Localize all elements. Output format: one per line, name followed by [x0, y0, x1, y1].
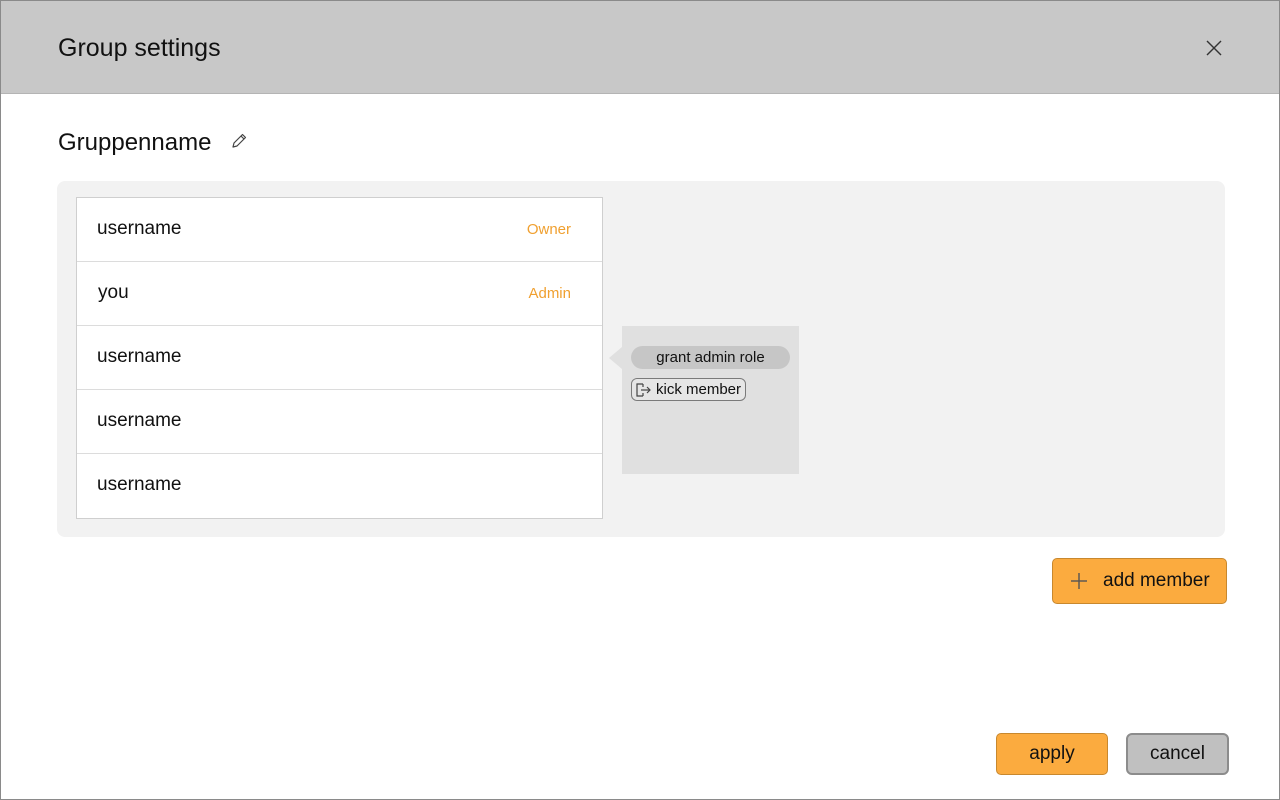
pencil-icon	[232, 133, 247, 148]
dialog-title: Group settings	[58, 34, 221, 62]
exit-icon	[634, 381, 652, 399]
member-context-menu: grant admin role kick member	[609, 326, 799, 474]
member-role-badge: Admin	[528, 285, 571, 302]
plus-icon	[1069, 571, 1089, 591]
member-name: username	[97, 218, 182, 239]
dialog-header: Group settings	[1, 1, 1279, 94]
member-name: username	[97, 474, 182, 495]
member-row[interactable]: username	[77, 390, 602, 454]
member-list: username Owner you Admin username userna…	[76, 197, 603, 519]
member-row[interactable]: you Admin	[77, 262, 602, 326]
cancel-button[interactable]: cancel	[1126, 733, 1229, 775]
member-name: username	[97, 410, 182, 431]
close-icon	[1206, 40, 1222, 56]
member-row[interactable]: username Owner	[77, 198, 602, 262]
kick-member-label: kick member	[656, 381, 742, 398]
member-row[interactable]: username	[77, 326, 602, 390]
add-member-button[interactable]: add member	[1052, 558, 1227, 604]
edit-group-name-button[interactable]	[228, 130, 250, 152]
kick-member-button[interactable]: kick member	[631, 378, 747, 401]
apply-button[interactable]: apply	[996, 733, 1108, 775]
member-name: username	[97, 346, 182, 367]
add-member-label: add member	[1103, 570, 1210, 591]
group-settings-dialog: Group settings Gruppenname username Owne…	[0, 0, 1280, 800]
member-row[interactable]: username	[77, 454, 602, 518]
grant-admin-role-button[interactable]: grant admin role	[631, 346, 790, 369]
menu-pointer	[609, 347, 622, 369]
group-name: Gruppenname	[58, 129, 212, 156]
close-button[interactable]	[1201, 35, 1227, 61]
member-name: you	[98, 282, 129, 303]
member-role-badge: Owner	[526, 221, 571, 238]
